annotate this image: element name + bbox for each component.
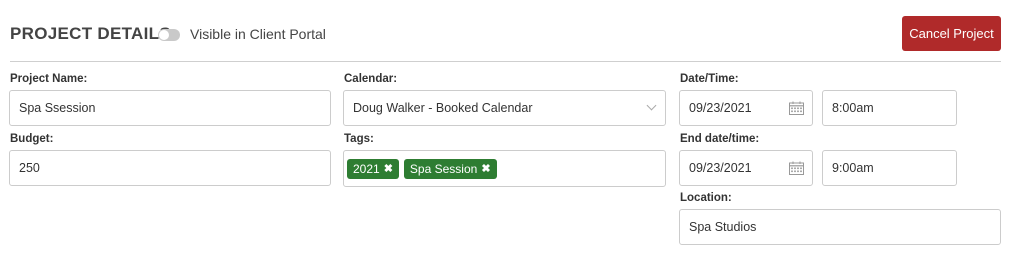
budget-value: 250 [19,161,40,175]
chevron-down-icon [646,100,657,111]
start-date-input[interactable]: 09/23/2021 [679,90,813,126]
project-name-label: Project Name: [10,73,88,85]
end-date-input[interactable]: 09/23/2021 [679,150,813,186]
calendar-label: Calendar: [344,73,398,85]
tags-label: Tags: [344,133,374,145]
tags-input[interactable]: 2021 ✖ Spa Session ✖ [343,150,666,187]
calendar-select[interactable]: Doug Walker - Booked Calendar [343,90,666,126]
location-label: Location: [680,192,732,204]
budget-label: Budget: [10,133,54,145]
calendar-icon[interactable] [789,161,804,175]
end-date-value: 09/23/2021 [689,161,752,175]
project-name-input[interactable]: Spa Ssession [9,90,331,126]
x-icon[interactable]: ✖ [384,162,393,175]
end-time-input[interactable]: 9:00am [822,150,957,186]
page-title: PROJECT DETAILS: [10,24,177,43]
tag-label: Spa Session [409,161,478,176]
tag-label: 2021 [353,161,380,176]
end-datetime-label: End date/time: [680,133,760,145]
tag-chip: 2021 ✖ [347,158,399,179]
end-time-value: 9:00am [832,161,874,175]
start-date-value: 09/23/2021 [689,101,752,115]
location-value: Spa Studios [689,220,757,234]
visibility-toggle[interactable] [158,29,180,41]
project-name-value: Spa Ssession [19,101,96,115]
x-icon[interactable]: ✖ [481,162,490,175]
start-time-input[interactable]: 8:00am [822,90,957,126]
budget-input[interactable]: 250 [9,150,331,186]
toggle-knob [159,30,169,40]
tag-chip: Spa Session ✖ [403,158,497,179]
visibility-toggle-label: Visible in Client Portal [190,26,326,42]
start-datetime-label: Date/Time: [680,73,739,85]
header-divider [10,61,1001,62]
calendar-icon[interactable] [789,101,804,115]
cancel-project-button[interactable]: Cancel Project [902,16,1001,51]
location-input[interactable]: Spa Studios [679,209,1001,245]
calendar-value: Doug Walker - Booked Calendar [353,101,533,115]
start-time-value: 8:00am [832,101,874,115]
